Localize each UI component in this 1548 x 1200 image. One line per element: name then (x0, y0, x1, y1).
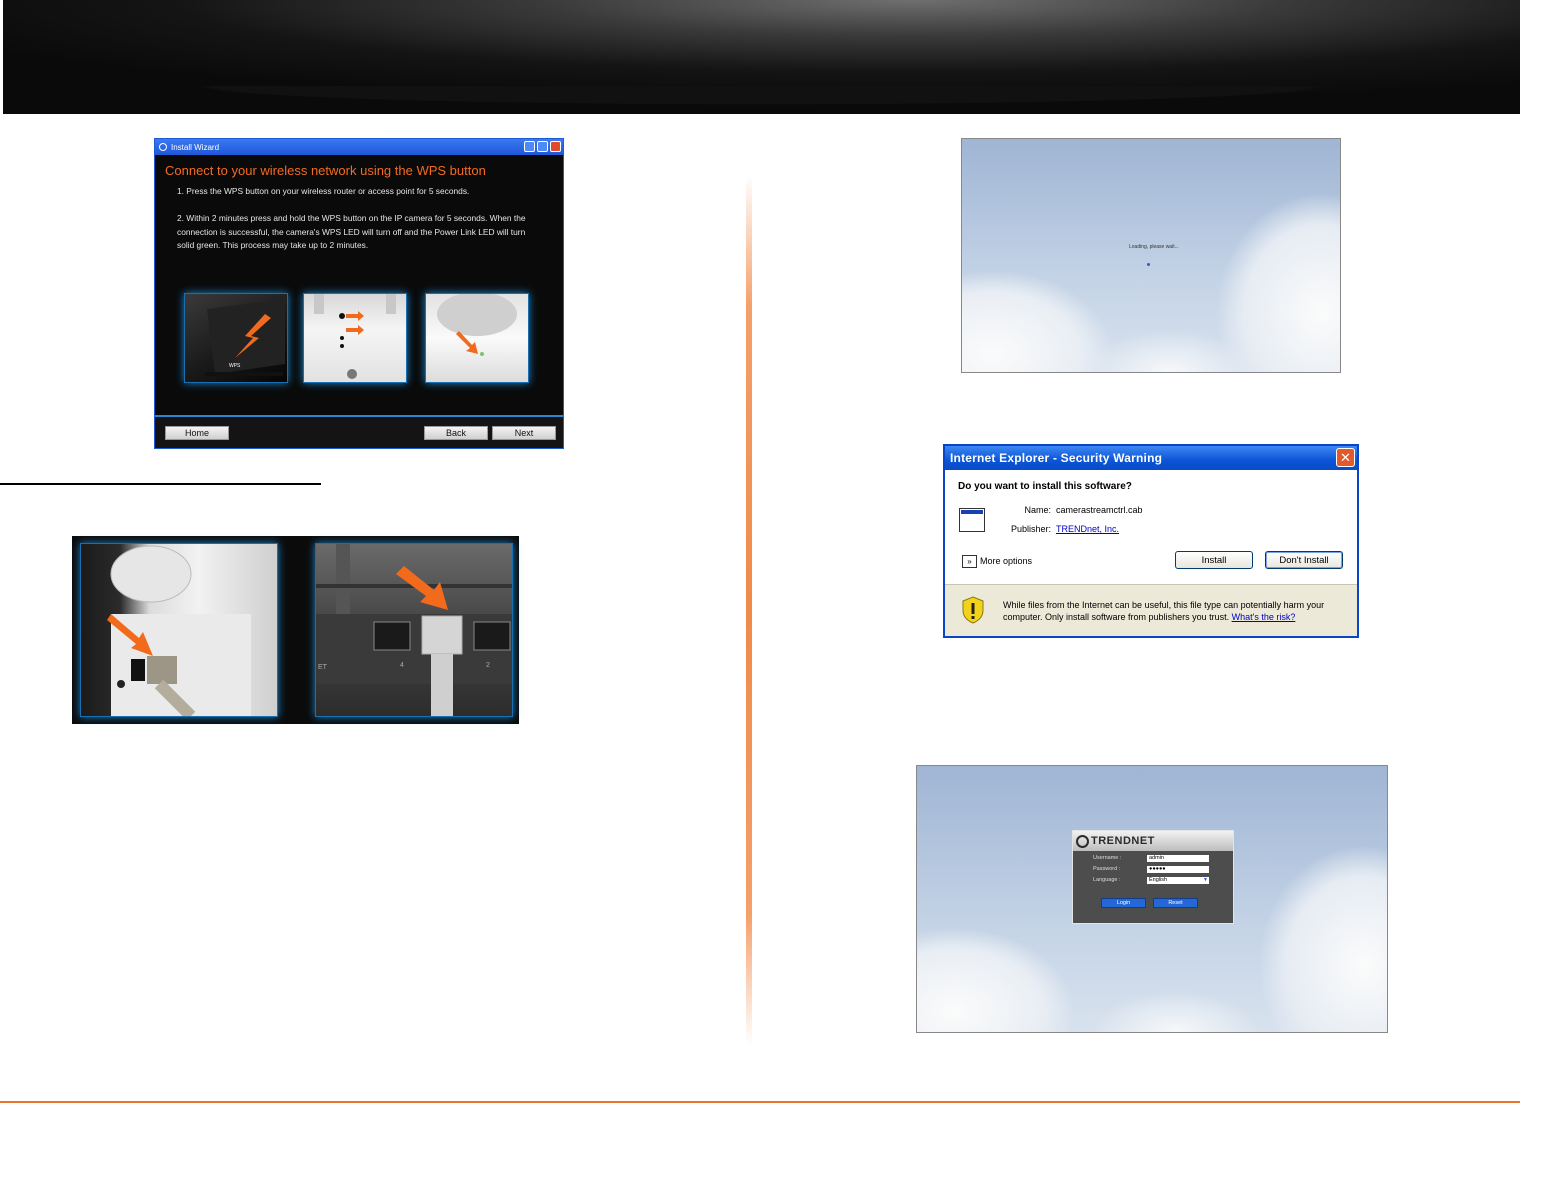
ethernet-cable-photo: ET 4 2 (72, 536, 519, 724)
more-options-link[interactable]: More options (980, 556, 1032, 566)
window-controls (524, 141, 561, 152)
language-label: Language : (1093, 877, 1121, 883)
app-logo-icon (159, 143, 167, 151)
publisher-link[interactable]: TRENDnet, Inc. (1056, 524, 1119, 534)
login-button[interactable]: Login (1101, 898, 1146, 908)
login-panel: TRENDNET Username : admin Password : ●●●… (1072, 830, 1234, 924)
camera-port-arrow-icon (107, 545, 251, 716)
reset-button[interactable]: Reset (1153, 898, 1198, 908)
camera-back-photo (303, 293, 407, 383)
security-warning-titlebar: Internet Explorer - Security Warning (945, 446, 1357, 470)
maximize-icon[interactable] (537, 141, 548, 152)
chevron-down-icon: ▼ (1203, 877, 1208, 883)
security-warning-dialog: Internet Explorer - Security Warning ✕ D… (943, 444, 1359, 638)
camera-led-photo (425, 293, 529, 383)
trendnet-logo-icon (1076, 834, 1089, 848)
wizard-footer: Home Back Next (155, 415, 563, 448)
login-screenshot: TRENDNET Username : admin Password : ●●●… (916, 765, 1388, 1033)
router-port-arrow-icon (316, 544, 512, 716)
security-warning-title: Internet Explorer - Security Warning (950, 451, 1163, 465)
username-field[interactable]: admin (1147, 855, 1209, 862)
next-button[interactable]: Next (492, 426, 556, 440)
close-icon[interactable]: ✕ (1336, 448, 1355, 467)
chevron-down-icon[interactable]: » (962, 555, 977, 568)
whats-the-risk-link[interactable]: What's the risk? (1232, 612, 1296, 622)
camera-led-arrows-icon (314, 294, 396, 379)
wizard-window-title: Install Wizard (171, 142, 220, 152)
port-label-2: 2 (486, 662, 490, 669)
port-label-4: 4 (400, 662, 404, 669)
column-divider (746, 175, 752, 1045)
program-window-icon (959, 508, 985, 532)
loading-spinner-icon (1147, 263, 1150, 266)
wizard-titlebar: Install Wizard (155, 139, 563, 155)
password-label: Password : (1093, 866, 1121, 872)
router-wps-photo: WPS (184, 293, 288, 383)
security-warning-text: While files from the Internet can be use… (1003, 599, 1353, 623)
install-question: Do you want to install this software? (958, 481, 1132, 492)
loading-screenshot: Loading, please wait... (961, 138, 1341, 373)
camera-led-arrow-icon (437, 294, 517, 356)
camera-port-panel (80, 543, 278, 717)
security-warning-body: Do you want to install this software? Na… (945, 470, 1357, 585)
install-button[interactable]: Install (1175, 551, 1253, 569)
router-port-panel: ET 4 2 (315, 543, 513, 717)
back-button[interactable]: Back (424, 426, 488, 440)
section-underline (0, 483, 321, 485)
username-label: Username : (1093, 855, 1122, 861)
footer-rule (0, 1101, 1520, 1103)
language-select[interactable]: English ▼ (1147, 877, 1209, 884)
close-icon[interactable] (550, 141, 561, 152)
minimize-icon[interactable] (524, 141, 535, 152)
port-label-et: ET (318, 664, 327, 671)
language-value: English (1149, 877, 1168, 883)
login-brand: TRENDNET (1091, 835, 1155, 847)
publisher-label: Publisher: (1010, 524, 1051, 534)
dont-install-button[interactable]: Don't Install (1265, 551, 1343, 569)
wizard-step-1: 1. Press the WPS button on your wireless… (177, 186, 470, 196)
login-header: TRENDNET (1073, 831, 1233, 851)
wizard-heading: Connect to your wireless network using t… (165, 163, 486, 178)
install-wizard-window: Install Wizard Connect to your wireless … (154, 138, 564, 449)
name-value: camerastreamctrl.cab (1056, 505, 1143, 515)
wizard-step-2: 2. Within 2 minutes press and hold the W… (177, 213, 526, 250)
loading-text: Loading, please wait... (1129, 244, 1179, 250)
home-button[interactable]: Home (165, 426, 229, 440)
shield-warning-icon (962, 596, 984, 624)
password-field[interactable]: ●●●●● (1147, 866, 1209, 873)
wps-photo-label: WPS (229, 363, 241, 369)
page-header-band (3, 0, 1520, 116)
name-label: Name: (1024, 505, 1051, 515)
